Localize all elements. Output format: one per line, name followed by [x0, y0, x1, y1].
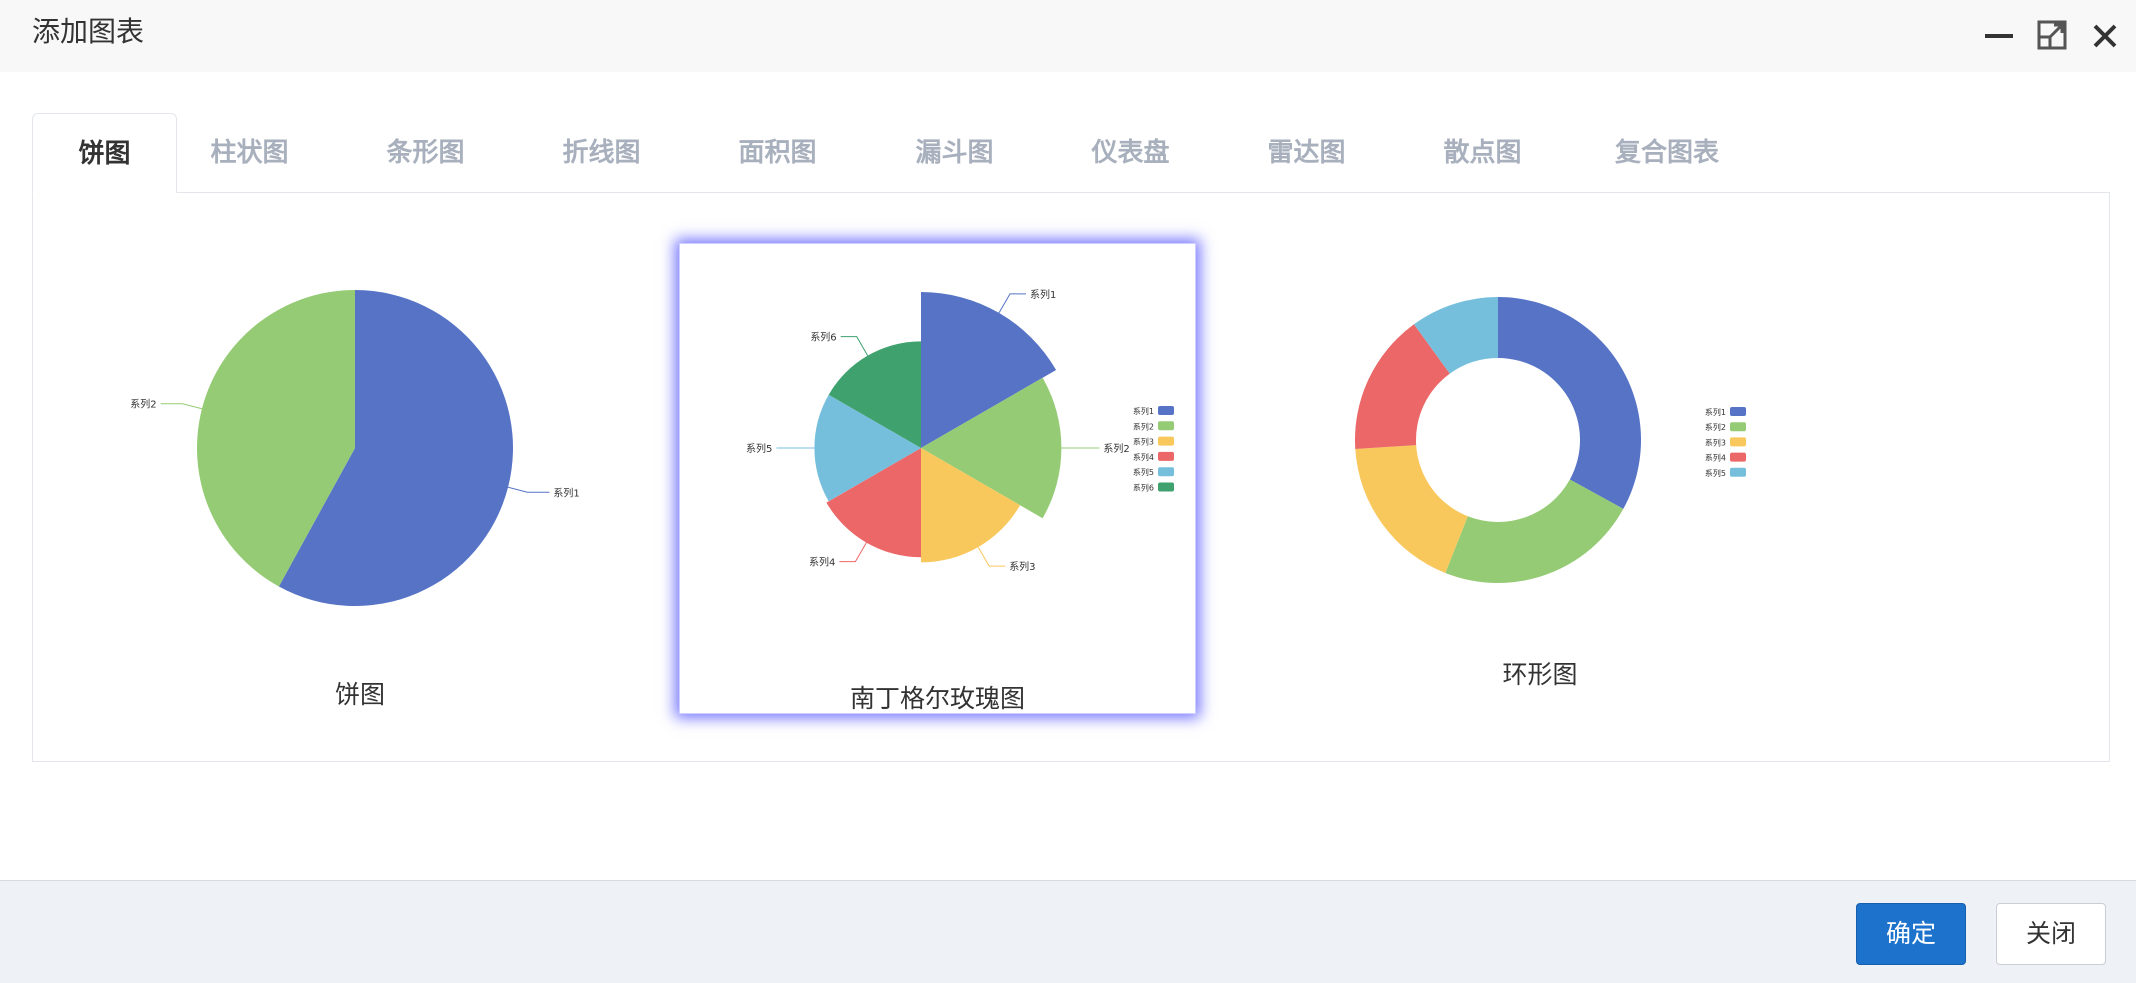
legend-swatch-4	[1730, 452, 1746, 462]
tab-pie[interactable]: 饼图	[32, 113, 177, 193]
label-line-1	[507, 486, 550, 493]
tab-radar[interactable]: 雷达图	[1244, 113, 1369, 193]
legend-swatch-4	[1158, 451, 1174, 461]
label-line-3	[977, 546, 1006, 567]
legend-swatch-2	[1730, 422, 1746, 432]
tab-line[interactable]: 折线图	[539, 113, 664, 193]
label-line-1	[998, 293, 1026, 314]
tab-area[interactable]: 面积图	[715, 113, 840, 193]
slice-label-2: 系列2	[130, 398, 156, 411]
legend-label-3: 系列3	[1705, 437, 1726, 447]
dialog-titlebar: 添加图表	[0, 0, 2136, 72]
label-line-6	[840, 336, 869, 356]
dialog-title: 添加图表	[32, 15, 145, 48]
donut-slice-1	[1498, 297, 1641, 509]
slice-label-2: 系列2	[1103, 442, 1129, 455]
label-line-2	[160, 403, 203, 410]
legend-swatch-1	[1158, 406, 1174, 415]
legend-label-2: 系列2	[1133, 421, 1154, 431]
legend-label-1: 系列1	[1133, 406, 1154, 416]
legend-label-4: 系列4	[1133, 452, 1154, 462]
tab-bar[interactable]: 条形图	[363, 113, 488, 193]
donut-chart-thumbnail: 系列1 系列2 系列3 系列4 系列5	[1355, 297, 1746, 583]
pie-chart-card[interactable]: 系列1 系列2 饼图	[120, 250, 600, 720]
rose-chart-card[interactable]: 系列1 系列2 系列3 系列4 系列5 系列6 系列1 系列2 系列3 系列4 系列5 系列6 南丁格…	[679, 243, 1196, 714]
confirm-button[interactable]: 确定	[1856, 903, 1966, 965]
close-button[interactable]	[2085, 16, 2125, 56]
rose-chart-thumbnail: 系列1 系列2 系列3 系列4 系列5 系列6 系列1 系列2 系列3 系列4 系列5 系列6	[746, 288, 1174, 573]
legend-swatch-3	[1158, 436, 1174, 446]
tab-funnel[interactable]: 漏斗图	[892, 113, 1017, 193]
legend-swatch-3	[1730, 437, 1746, 447]
legend-label-4: 系列4	[1705, 453, 1726, 463]
legend-swatch-5	[1158, 467, 1174, 477]
donut-slice-3	[1355, 445, 1468, 573]
legend-swatch-5	[1730, 467, 1746, 477]
slice-label-1: 系列1	[553, 486, 579, 499]
legend-swatch-1	[1730, 407, 1746, 416]
tab-combo[interactable]: 复合图表	[1587, 113, 1747, 193]
maximize-icon	[2037, 20, 2067, 50]
dialog-footer: 确定 关闭	[0, 880, 2136, 983]
legend-swatch-6	[1158, 482, 1174, 492]
pie-chart-thumbnail: 系列1 系列2	[130, 290, 580, 606]
legend-label-3: 系列3	[1133, 437, 1154, 447]
close-dialog-button[interactable]: 关闭	[1996, 903, 2106, 965]
label-line-4	[839, 542, 867, 563]
legend-label-1: 系列1	[1705, 407, 1726, 417]
pie-chart-label: 饼图	[334, 680, 385, 709]
legend-label-5: 系列5	[1705, 468, 1726, 478]
tab-column[interactable]: 柱状图	[187, 113, 312, 193]
slice-label-1: 系列1	[1030, 288, 1056, 301]
donut-chart-card[interactable]: 系列1 系列2 系列3 系列4 系列5 环形图	[1300, 270, 1780, 690]
minimize-icon	[1985, 34, 2013, 38]
slice-label-3: 系列3	[1009, 560, 1035, 573]
donut-slice-2	[1445, 479, 1624, 583]
legend-label-6: 系列6	[1133, 483, 1154, 493]
rose-chart-label: 南丁格尔玫瑰图	[849, 684, 1025, 713]
legend-label-5: 系列5	[1133, 467, 1154, 477]
legend-label-2: 系列2	[1705, 422, 1726, 432]
donut-chart-label: 环形图	[1502, 660, 1578, 689]
legend-swatch-2	[1158, 421, 1174, 431]
chart-type-tabs: 饼图 柱状图 条形图 折线图 面积图 漏斗图 仪表盘 雷达图 散点图 复合图表	[32, 113, 1812, 193]
close-icon	[2093, 24, 2117, 48]
slice-label-5: 系列5	[746, 442, 772, 455]
minimize-button[interactable]	[1980, 16, 2020, 56]
tab-scatter[interactable]: 散点图	[1420, 113, 1545, 193]
slice-label-4: 系列4	[809, 556, 835, 569]
tab-gauge[interactable]: 仪表盘	[1068, 113, 1193, 193]
slice-label-6: 系列6	[810, 331, 836, 344]
maximize-button[interactable]	[2033, 16, 2073, 56]
